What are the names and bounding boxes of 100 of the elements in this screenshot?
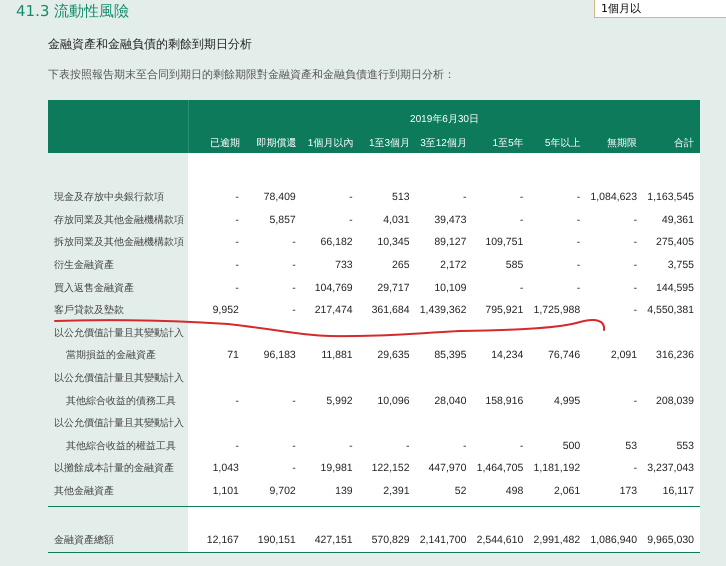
table-cell-text: - xyxy=(291,440,297,452)
table-cell-text: 1,464,705 xyxy=(476,462,524,474)
table-cell-text: - xyxy=(518,214,524,226)
column-header: 1個月以內 xyxy=(306,136,354,150)
table-cell-text: 53 xyxy=(624,440,638,452)
column-header: 1至5年 xyxy=(492,137,525,150)
row-label: 其他綜合收益的債務工具 xyxy=(65,394,176,408)
table-cell-text: - xyxy=(291,236,297,248)
table-cell-text: 1,086,940 xyxy=(589,534,638,546)
table-cell-text: 9,702 xyxy=(268,485,297,498)
table-cell-text: 5,992 xyxy=(325,394,354,407)
date-header: 2019年6月30日 xyxy=(409,113,480,126)
row-label: 以攤餘成本計量的金融資產 xyxy=(53,462,174,476)
column-header: 1至3個月 xyxy=(368,137,412,150)
table-cell-text: 71 xyxy=(226,349,240,362)
table-cell-text: 3,755 xyxy=(666,259,695,272)
table-cell-text: - xyxy=(348,214,354,226)
table-cell-text: - xyxy=(462,191,468,204)
table-cell-text: 2,091 xyxy=(610,349,638,362)
column-header: 3至12個月 xyxy=(419,137,468,150)
table-cell-text: 4,031 xyxy=(382,214,411,226)
table-cell-text: - xyxy=(234,282,240,294)
table-cell-text: 265 xyxy=(391,259,411,272)
table-cell-text: 66,182 xyxy=(320,236,354,248)
table-cell-text: 109,751 xyxy=(484,236,524,248)
column-header: 5年以上 xyxy=(544,136,582,150)
row-label: 買入返售金融資產 xyxy=(53,282,134,295)
table-cell-text: - xyxy=(462,440,468,452)
table-cell-text: 10,096 xyxy=(376,394,411,407)
row-label: 以公允價值計量且其變動計入 xyxy=(53,326,184,340)
table-cell-text: - xyxy=(291,282,297,294)
table-cell-text: 78,409 xyxy=(262,191,297,204)
table-cell-text: 2,172 xyxy=(439,259,468,272)
table-cell-text: - xyxy=(518,282,524,294)
table-cell-text: - xyxy=(576,191,582,204)
table-cell-text: 10,109 xyxy=(433,282,468,294)
table-cell-text: - xyxy=(632,259,638,272)
table-cell-text: 9,952 xyxy=(212,304,240,316)
row-label: 以公允價值計量且其變動計入 xyxy=(53,372,184,386)
table-cell-text: 3,237,043 xyxy=(646,462,695,474)
table-cell-text: 16,117 xyxy=(662,485,695,498)
table-cell-text: 10,345 xyxy=(376,236,411,248)
table-cell-text: 14,234 xyxy=(490,349,524,362)
table-cell-text: 2,141,700 xyxy=(418,534,468,546)
table-cell-text: 795,921 xyxy=(484,304,524,316)
table-cell-text: 39,473 xyxy=(433,214,468,226)
table-cell-text: 11,881 xyxy=(320,349,354,362)
table-cell-text: - xyxy=(632,282,638,294)
table-cell-text: - xyxy=(291,462,297,474)
table-cell-text: - xyxy=(632,214,638,226)
table-cell-text: 85,395 xyxy=(433,349,468,362)
table-subtitle: 金融資產和金融負債的剩餘到期日分析 xyxy=(48,36,253,53)
column-header: 無期限 xyxy=(606,136,638,150)
table-cell-text: - xyxy=(291,304,297,316)
table-cell-text: 1,181,192 xyxy=(532,462,582,474)
table-cell-text: - xyxy=(632,462,638,474)
table-cell-text: - xyxy=(576,282,582,294)
table-cell-text: 28,040 xyxy=(433,394,468,407)
table-cell-text: 1,439,362 xyxy=(418,304,468,316)
row-label: 金融資產總額 xyxy=(53,534,114,548)
column-header: 即期償還 xyxy=(256,136,298,150)
table-cell-text: - xyxy=(234,440,240,452)
table-cell-text: - xyxy=(632,236,638,248)
table-cell-text: 89,127 xyxy=(433,236,468,248)
table-cell-text: 553 xyxy=(675,440,695,452)
table-cell-text: 275,405 xyxy=(655,236,695,248)
table-cell-text: 585 xyxy=(504,259,524,272)
table-cell-text: 1,101 xyxy=(212,485,240,498)
table-cell-text: 5,857 xyxy=(268,214,297,226)
table-cell-text: 1,084,623 xyxy=(589,191,638,204)
table-cell-text: - xyxy=(632,394,638,407)
table-cell-text: 1,043 xyxy=(212,462,240,474)
table-cell-text: - xyxy=(576,236,582,248)
table-cell-text: - xyxy=(518,191,524,204)
row-label: 衍生金融資產 xyxy=(53,258,114,272)
column-header: 合計 xyxy=(673,136,695,150)
table-cell-text: 29,635 xyxy=(376,349,411,362)
table-cell-text: 4,995 xyxy=(552,394,582,407)
table-cell-text: 158,916 xyxy=(484,394,524,407)
table-cell-text: - xyxy=(632,304,638,316)
table-cell-text: 29,717 xyxy=(376,282,411,294)
table-cell-text: 570,829 xyxy=(370,534,411,546)
table-cell-text: 2,391 xyxy=(382,485,411,498)
table-cell-text: 2,544,610 xyxy=(476,534,524,546)
table-cell-text: - xyxy=(405,440,411,452)
row-label: 存放同業及其他金融機構款項 xyxy=(53,214,184,227)
table-cell-text: 316,236 xyxy=(655,349,695,362)
table-cell-text: 361,684 xyxy=(370,304,411,316)
row-label: 拆放同業及其他金融機構款項 xyxy=(53,236,184,250)
table-cell-text: 513 xyxy=(391,191,411,204)
table-cell-text: - xyxy=(234,191,240,204)
table-cell-text: 500 xyxy=(562,440,582,452)
table-cell-text: - xyxy=(348,440,354,452)
table-cell-text: 733 xyxy=(334,259,354,272)
table-cell-text: - xyxy=(234,259,240,272)
table-cell-text: 173 xyxy=(618,485,638,498)
table-cell-text: - xyxy=(234,236,240,248)
intro-text: 下表按照報告期末至合同到期日的剩餘期限對金融資產和金融負債進行到期日分析： xyxy=(48,67,456,82)
search-field[interactable]: 1個月以 xyxy=(594,0,726,18)
table-cell-text: - xyxy=(576,214,582,226)
